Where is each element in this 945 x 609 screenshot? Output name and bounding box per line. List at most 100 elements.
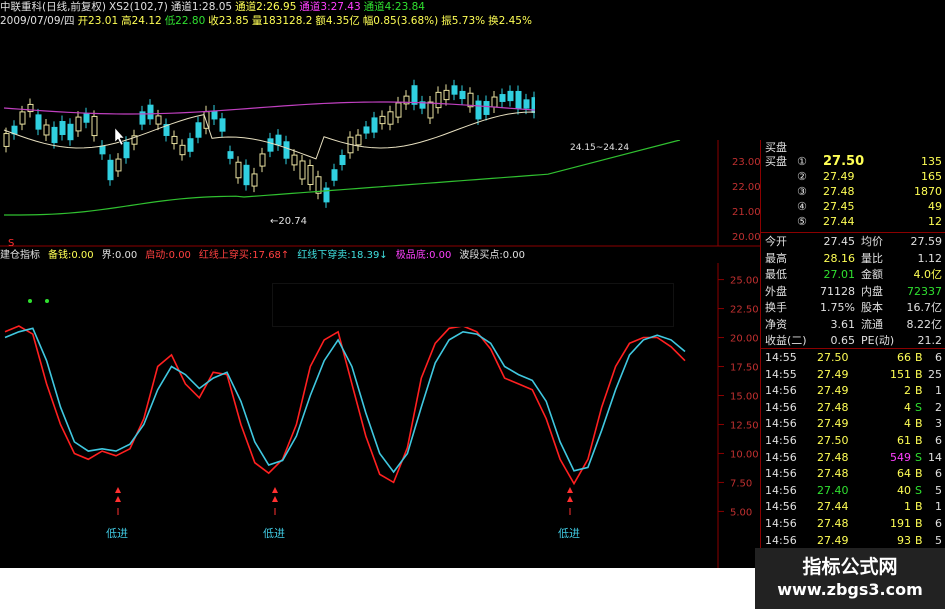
indicator-tick-label: 10.00 xyxy=(730,449,759,460)
candle-body xyxy=(355,134,362,146)
indicator-value-4: 红线上穿买:17.68↑ xyxy=(198,250,290,261)
candle-body xyxy=(299,160,306,180)
price-tick-label: 20.00 xyxy=(732,232,760,243)
header-item-1: XS2(102,7) xyxy=(109,1,168,13)
quote-panel: 买盘 买盘 ① 27.50 135 ② 27.49 165 ③ 27.48 1870 ④ 27.45 4… xyxy=(760,140,945,609)
candle-body xyxy=(291,154,298,166)
candle-body xyxy=(283,141,290,159)
quote-item-5: 量183128.2 xyxy=(251,15,313,27)
buy-arrow-icon xyxy=(115,496,121,502)
quote-item-2: 高24.12 xyxy=(121,15,162,27)
candle-body xyxy=(395,102,402,118)
quote-item-9: 换2.45% xyxy=(488,15,532,27)
candle-body xyxy=(107,159,114,181)
trade-row: 14:56 27.49 93 B 5 xyxy=(765,533,942,547)
candle-body xyxy=(491,96,498,108)
bid-row: ⑤ 27.44 12 xyxy=(797,215,942,228)
candle-body xyxy=(331,169,338,181)
low-annotation: ←20.74 xyxy=(270,216,307,227)
candle-body xyxy=(219,118,226,132)
trade-row: 14:56 27.40 40 S 5 xyxy=(765,483,942,497)
candle-body xyxy=(227,151,234,159)
candle-body xyxy=(11,125,18,135)
buy-label: 低进 xyxy=(558,527,580,540)
trade-row: 14:55 27.50 66 B 6 xyxy=(765,351,942,364)
watermark-logo: 指标公式网 www.zbgs3.com xyxy=(755,548,945,609)
price-tick-label: 22.00 xyxy=(732,182,760,193)
indicator-tick-label: 25.00 xyxy=(730,276,759,287)
candle-body xyxy=(115,158,122,172)
candle-body xyxy=(411,85,418,105)
quote-item-6: 额4.35亿 xyxy=(315,15,360,27)
header-item-3: 通道2:26.95 xyxy=(235,1,297,13)
stat-row: 净资 3.61 流通 8.22亿 xyxy=(765,317,942,331)
trade-row: 14:56 27.44 1 B 1 xyxy=(765,500,942,514)
candle-body xyxy=(483,101,490,115)
candle-body xyxy=(363,126,370,134)
indicator-value-3: 启动:0.00 xyxy=(145,250,191,261)
candle-body xyxy=(499,94,506,102)
price-axis: 23.00 22.00 21.00 20.00 xyxy=(732,157,760,243)
watermark-title: 指标公式网 xyxy=(802,556,898,578)
candle-body xyxy=(195,122,202,138)
header-item-4: 通道3:27.43 xyxy=(299,1,361,13)
candle-body xyxy=(267,138,274,152)
buy-arrow-icon xyxy=(272,496,278,502)
indicator-axis: 25.00 22.50 20.00 17.50 15.00 12.50 10.00 7.50 5… xyxy=(717,263,759,568)
quote-item-8: 振5.73% xyxy=(441,15,486,27)
candle-body xyxy=(59,121,66,135)
candle-body xyxy=(251,173,258,187)
trade-row: 14:56 27.49 2 B 1 xyxy=(765,384,942,398)
stat-row: 最低 27.01 金额 4.0亿 xyxy=(765,268,942,281)
indicator-tick-label: 5.00 xyxy=(730,507,752,518)
quote-item-1: 开23.01 xyxy=(77,15,119,27)
candle-body xyxy=(43,124,50,136)
stat-row: 收益(二) 0.65 PE(动) 21.2 xyxy=(765,334,942,347)
indicator-value-7: 波段买点:0.00 xyxy=(459,250,525,261)
candle-body xyxy=(99,145,106,155)
bid-row: ② 27.49 165 xyxy=(797,170,942,183)
buy-arrow-icon xyxy=(567,496,573,502)
trade-row: 14:55 27.49 151 B 25 xyxy=(765,367,942,381)
candle-body xyxy=(83,113,90,123)
indicator-value-0: 建仓指标 xyxy=(0,250,40,261)
quote-item-3: 低22.80 xyxy=(164,15,206,27)
trade-row: 14:56 27.50 61 B 6 xyxy=(765,434,942,447)
candle-body xyxy=(75,116,82,132)
candle-body xyxy=(91,115,98,137)
indicator-tick-label: 17.50 xyxy=(730,363,759,374)
quote-item-0: 2009/07/09/四 xyxy=(0,15,75,27)
bid-row: ④ 27.45 49 xyxy=(797,200,942,213)
header-item-2: 通道1:28.05 xyxy=(170,1,233,13)
candle-body xyxy=(51,126,58,144)
candle-body xyxy=(371,117,378,133)
redacted-box xyxy=(272,283,674,327)
candle-body xyxy=(451,85,458,95)
trade-row: 14:56 27.49 4 B 3 xyxy=(765,417,942,431)
header-item-0: 中联重科(日线,前复权) xyxy=(0,1,107,13)
stat-row: 今开 27.45 均价 27.59 xyxy=(765,235,942,248)
buy-label: 低进 xyxy=(106,527,128,540)
chart-area[interactable]: 23.00 22.00 21.00 20.00 ←20.74 24.15~24.24 … xyxy=(0,0,760,609)
indicator-header: 建仓指标 备钱:0.00 界:0.00 启动:0.00 红线上穿买:17.68↑ 红线下穿… xyxy=(0,249,760,263)
price-tick-label: 21.00 xyxy=(732,207,760,218)
candle-body xyxy=(35,114,42,130)
stat-row: 外盘 71128 内盘 72337 xyxy=(765,284,942,298)
indicator-value-6: 极品底:0.00 xyxy=(395,250,452,261)
price-tick-label: 23.00 xyxy=(732,157,760,168)
buy-label: 低进 xyxy=(263,527,285,540)
sell-marker: S xyxy=(8,238,14,249)
candle-body xyxy=(523,99,530,109)
bottom-strip xyxy=(0,568,755,609)
candle-body xyxy=(339,154,346,166)
candle-body xyxy=(307,165,314,185)
candle-body xyxy=(459,90,466,100)
red-line-series xyxy=(4,325,686,486)
candle-body xyxy=(515,90,522,110)
candle-body xyxy=(507,90,514,102)
indicator-tick-label: 20.00 xyxy=(730,334,759,345)
candle-body xyxy=(243,164,250,186)
range-annotation: 24.15~24.24 xyxy=(570,143,629,153)
indicator-value-5: 红线下穿卖:18.39↓ xyxy=(297,250,388,261)
indicator-tick-label: 15.00 xyxy=(730,392,759,403)
